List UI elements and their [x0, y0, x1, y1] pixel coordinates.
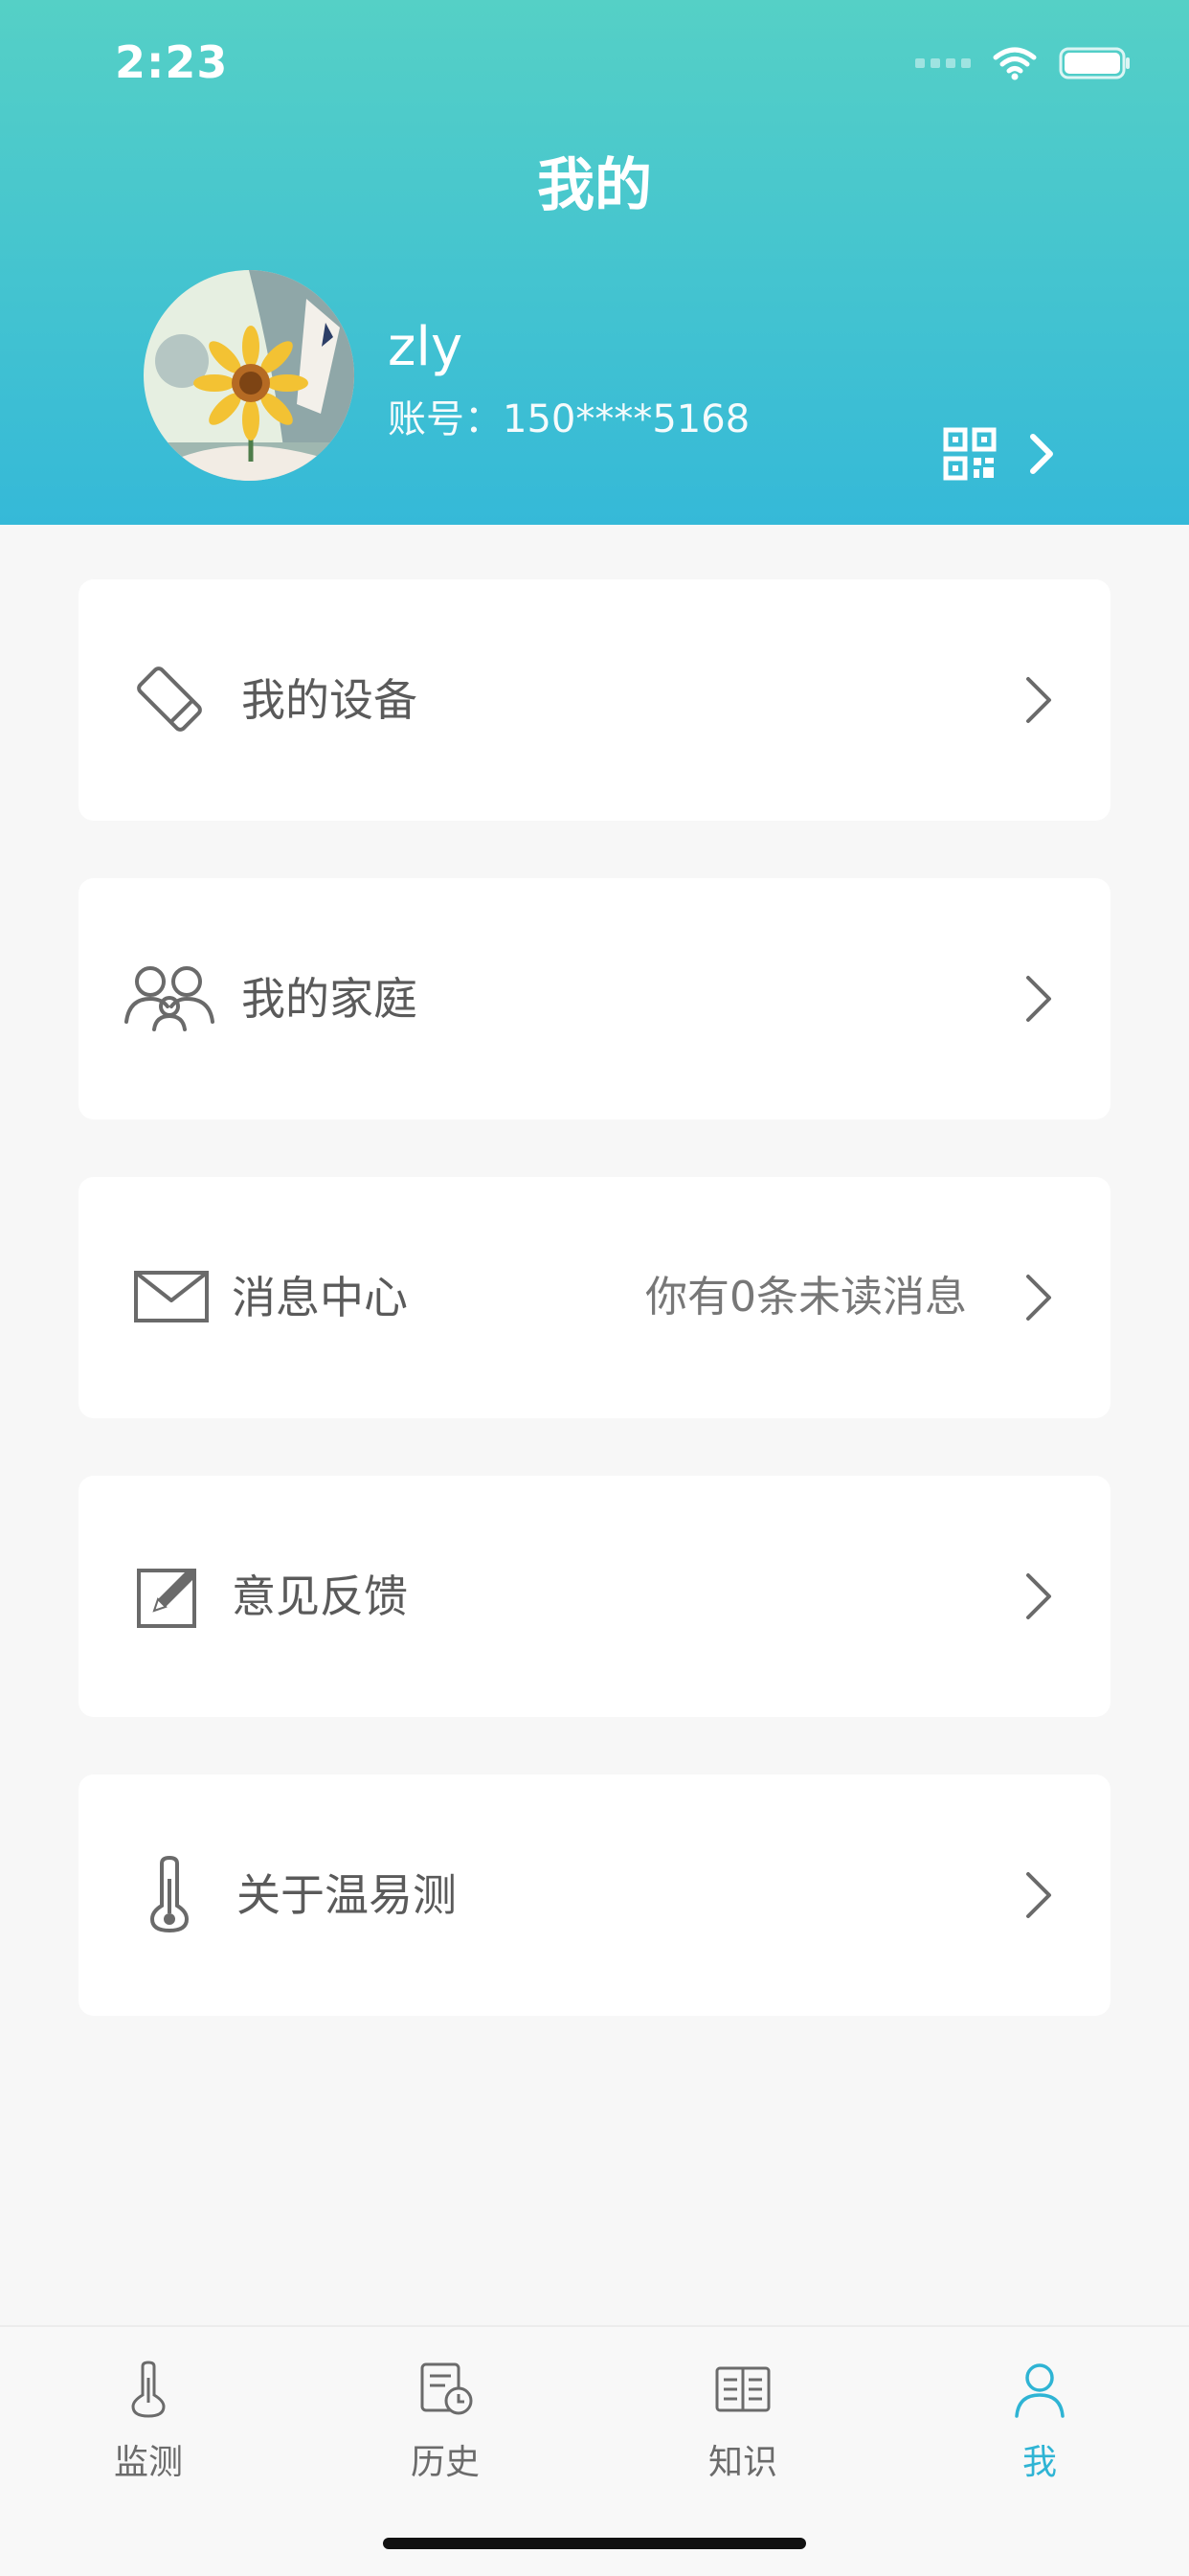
- family-icon: [122, 936, 217, 1060]
- tab-me[interactable]: 我: [934, 2356, 1145, 2484]
- unread-messages-count: 你有0条未读消息: [645, 1273, 967, 1322]
- page-title: 我的: [537, 152, 652, 219]
- account-number: 账号：150****5168: [388, 397, 751, 441]
- menu-label: 我的设备: [241, 674, 417, 726]
- battery-icon: [1059, 47, 1130, 79]
- tab-label: 我: [1021, 2443, 1057, 2482]
- profile-header: 2:23 我的 zly 账号：150****5168: [0, 0, 1189, 525]
- menu-label: 我的家庭: [241, 973, 417, 1025]
- chevron-right-icon: [1026, 677, 1051, 723]
- thermometer-icon: [131, 2361, 166, 2418]
- book-icon: [715, 2366, 771, 2412]
- chevron-right-icon: [1030, 434, 1053, 474]
- qr-code-icon: [943, 427, 997, 481]
- status-icons: [915, 46, 1132, 80]
- menu-label: 关于温易测: [236, 1869, 457, 1921]
- menu-item-family[interactable]: 我的家庭: [79, 878, 1110, 1119]
- menu-item-messages[interactable]: 消息中心 你有0条未读消息: [79, 1177, 1110, 1418]
- device-icon: [126, 637, 213, 761]
- menu-item-about[interactable]: 关于温易测: [79, 1774, 1110, 2016]
- qr-code-button[interactable]: [943, 427, 1056, 481]
- history-icon: [420, 2362, 473, 2415]
- tab-history[interactable]: 历史: [340, 2356, 550, 2484]
- chevron-right-icon: [1026, 976, 1051, 1022]
- tab-label: 历史: [410, 2443, 480, 2482]
- username: zly: [388, 316, 463, 378]
- tab-bar: 监测 历史 知识 我: [0, 2325, 1189, 2576]
- status-time: 2:23: [115, 36, 229, 88]
- signal-icon: [915, 58, 971, 68]
- chevron-right-icon: [1026, 1872, 1051, 1918]
- tab-label: 知识: [707, 2443, 777, 2482]
- wifi-icon: [993, 47, 1037, 80]
- edit-icon: [126, 1533, 213, 1658]
- home-indicator: [383, 2538, 806, 2549]
- tab-monitor[interactable]: 监测: [43, 2356, 254, 2484]
- chevron-right-icon: [1026, 1275, 1051, 1321]
- avatar[interactable]: [144, 270, 354, 481]
- thermometer-icon: [126, 1832, 213, 1956]
- menu-item-feedback[interactable]: 意见反馈: [79, 1476, 1110, 1717]
- chevron-right-icon: [1026, 1573, 1051, 1619]
- menu-label: 消息中心: [232, 1272, 408, 1323]
- mail-icon: [128, 1234, 214, 1359]
- menu-item-devices[interactable]: 我的设备: [79, 579, 1110, 821]
- user-icon: [1015, 2363, 1065, 2418]
- menu-label: 意见反馈: [232, 1570, 408, 1622]
- tab-knowledge[interactable]: 知识: [638, 2356, 848, 2484]
- tab-label: 监测: [113, 2443, 183, 2482]
